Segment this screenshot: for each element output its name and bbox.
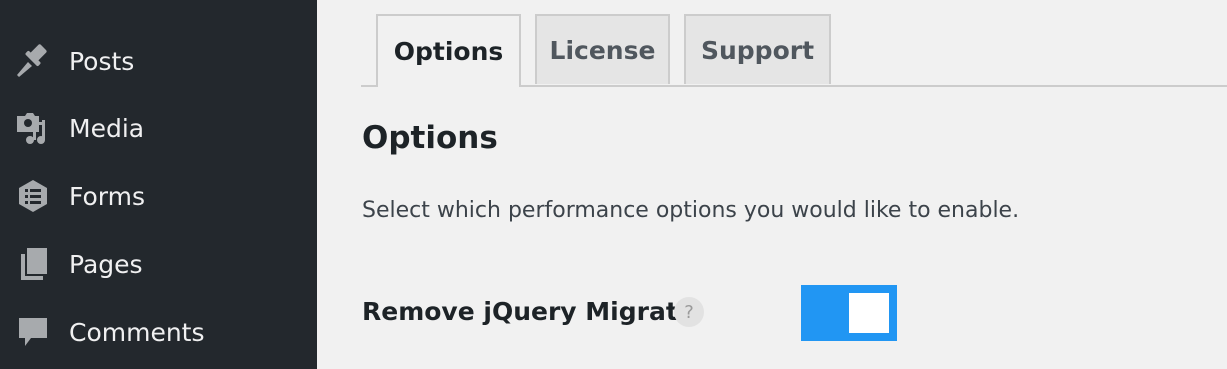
tab-label: Support — [700, 35, 815, 65]
help-glyph: ? — [684, 301, 694, 323]
pushpin-icon — [14, 42, 52, 80]
sidebar-item-label: Media — [69, 113, 145, 143]
help-icon[interactable]: ? — [674, 297, 704, 327]
toggle-knob — [849, 293, 889, 333]
media-icon — [14, 109, 52, 147]
sidebar-item-posts[interactable]: Posts — [0, 31, 317, 91]
sidebar-item-comments[interactable]: Comments — [0, 302, 317, 362]
forms-icon — [14, 177, 52, 215]
sidebar-item-forms[interactable]: Forms — [0, 166, 317, 226]
section-title: Options — [362, 120, 498, 156]
tab-options[interactable]: Options — [376, 14, 521, 87]
tab-label: License — [549, 35, 656, 65]
tab-label: Options — [393, 37, 504, 66]
admin-sidebar: Posts Media Forms Pages Comments — [0, 0, 317, 369]
sidebar-item-pages[interactable]: Pages — [0, 234, 317, 294]
tab-license[interactable]: License — [535, 14, 670, 84]
sidebar-item-label: Comments — [69, 317, 205, 347]
sidebar-item-label: Posts — [69, 46, 135, 76]
pages-icon — [14, 245, 52, 283]
sidebar-item-label: Pages — [69, 249, 143, 279]
tab-support[interactable]: Support — [684, 14, 831, 84]
remove-jquery-migrate-toggle[interactable] — [801, 285, 897, 341]
sidebar-item-label: Forms — [69, 181, 146, 211]
option-label: Remove jQuery Migrate — [362, 297, 695, 326]
sidebar-item-media[interactable]: Media — [0, 98, 317, 158]
main-content: Options License Support Options Select w… — [317, 0, 1227, 369]
section-description: Select which performance options you wou… — [362, 198, 1020, 223]
comment-icon — [14, 313, 52, 351]
